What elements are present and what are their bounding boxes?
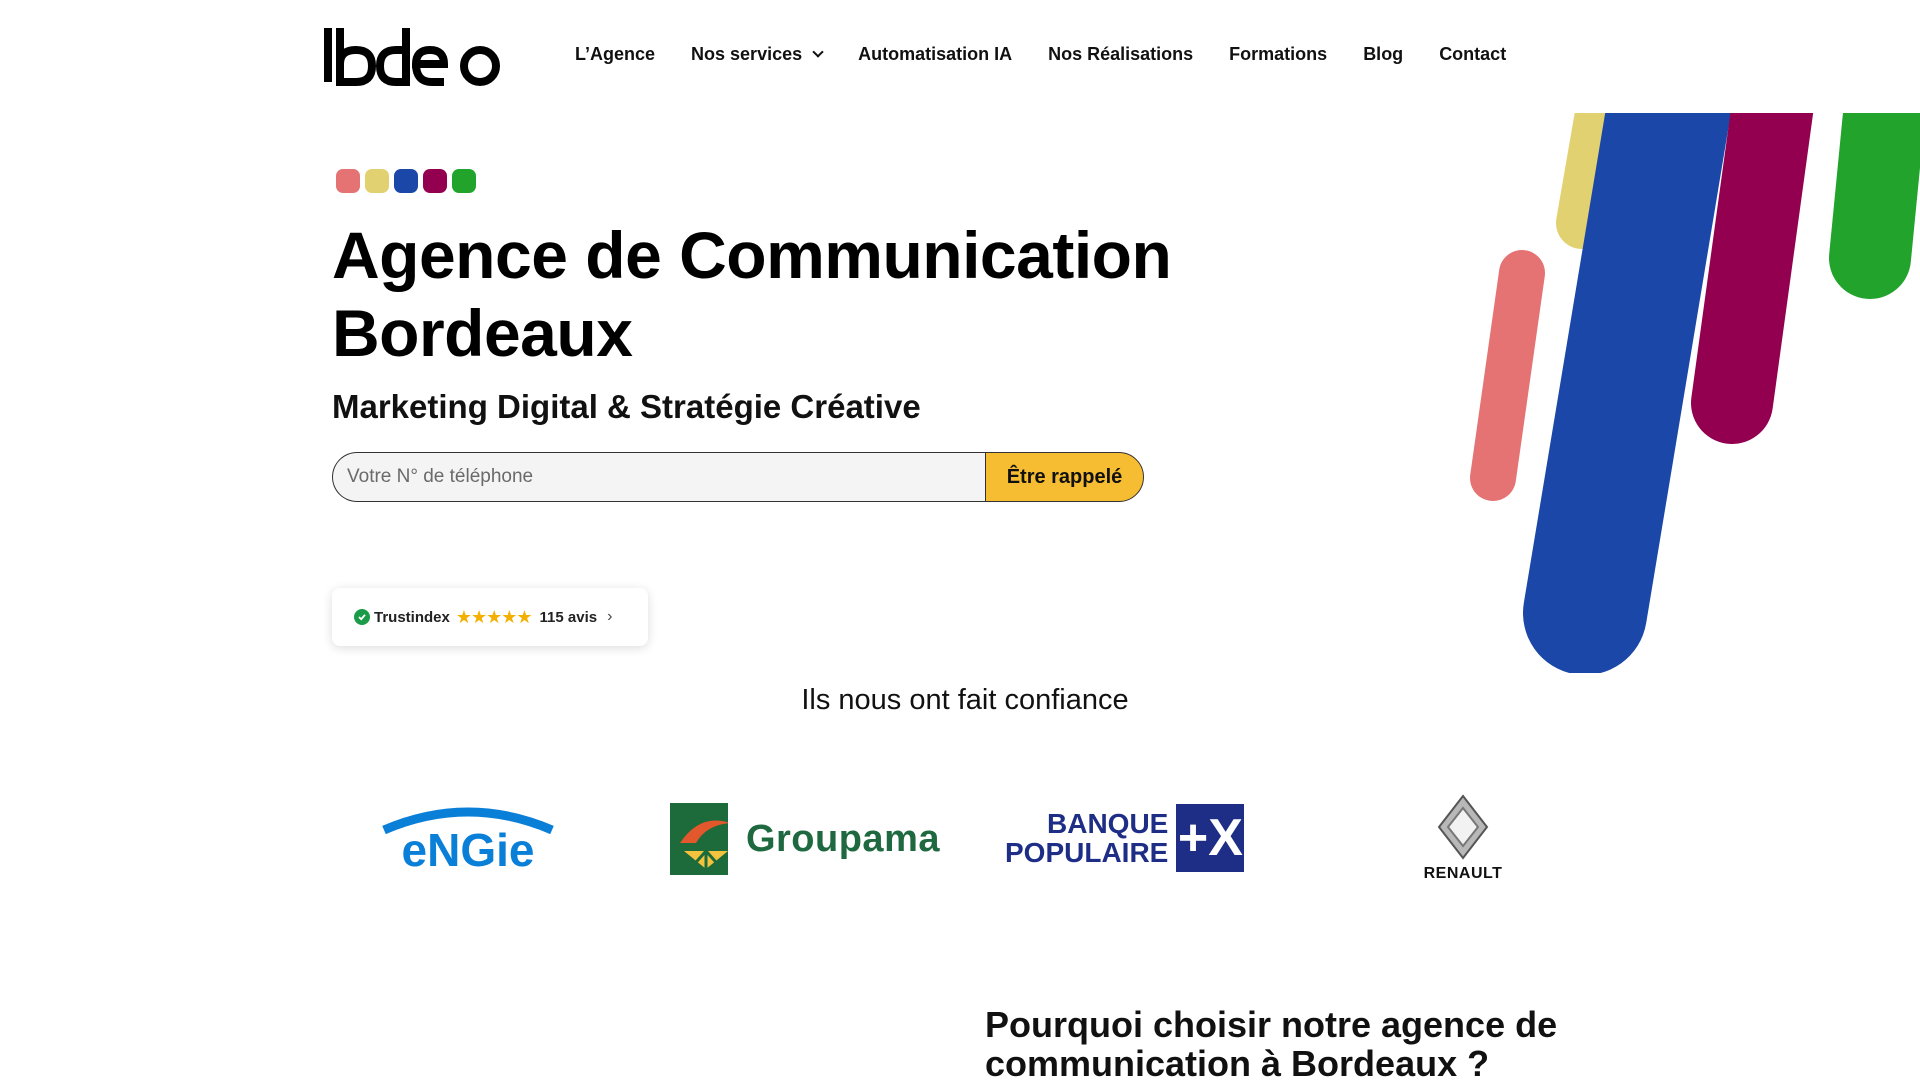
nav-label: Nos Réalisations <box>1048 44 1194 64</box>
bp-line2: POPULAIRE <box>1005 837 1169 868</box>
callback-form: Être rappelé <box>332 452 1144 502</box>
phone-input[interactable] <box>332 452 985 502</box>
engie-logo: eNGie <box>378 800 558 876</box>
nav-label: Formations <box>1229 44 1328 64</box>
clients-heading: Ils nous ont fait confiance <box>801 684 1129 716</box>
nav-label: Nos services <box>691 44 803 64</box>
renault-text: RENAULT <box>1423 865 1503 882</box>
nav-label: L’Agence <box>575 44 656 64</box>
engie-text: eNGie <box>402 824 535 872</box>
nav-item-formations[interactable]: Formations <box>1229 44 1327 65</box>
site-logo[interactable] <box>324 28 506 86</box>
nav-item-services[interactable]: Nos services <box>691 44 824 65</box>
bp-mark-icon: +X <box>1176 804 1245 872</box>
rating-stars: ★★★★★ <box>455 606 533 627</box>
nav-label: Contact <box>1439 44 1507 64</box>
color-dot <box>423 169 447 193</box>
renault-logo: RENAULT <box>1420 794 1506 884</box>
nav-item-agence[interactable]: L’Agence <box>575 44 655 65</box>
check-icon <box>354 609 370 625</box>
nav-label: Blog <box>1363 44 1404 64</box>
chevron-down-icon <box>812 46 824 58</box>
banque-populaire-logo: BANQUE POPULAIRE +X <box>1005 803 1260 873</box>
chevron-right-icon: › <box>607 608 613 625</box>
groupama-mark-icon <box>670 803 728 875</box>
trustindex-badge[interactable]: Trustindex ★★★★★ 115 avis › <box>332 588 648 646</box>
hero-subtitle: Marketing Digital & Stratégie Créative <box>332 388 921 425</box>
callback-button[interactable]: Être rappelé <box>985 452 1144 502</box>
trustindex-name: Trustindex <box>374 608 450 626</box>
main-nav: L’Agence Nos services Automatisation IA … <box>575 44 1506 65</box>
brand-color-dots <box>336 169 481 193</box>
color-dot <box>336 169 360 193</box>
nav-item-blog[interactable]: Blog <box>1363 44 1403 65</box>
nav-item-automatisation-ia[interactable]: Automatisation IA <box>858 44 1012 65</box>
nav-item-realisations[interactable]: Nos Réalisations <box>1048 44 1193 65</box>
renault-diamond-icon <box>1437 794 1489 860</box>
groupama-text: Groupama <box>745 817 940 860</box>
why-choose-heading: Pourquoi choisir notre agence de communi… <box>985 1004 1558 1080</box>
nav-item-contact[interactable]: Contact <box>1439 44 1506 65</box>
decorative-stripes <box>1440 113 1920 673</box>
review-count: 115 avis <box>539 608 598 626</box>
nav-label: Automatisation IA <box>858 44 1013 64</box>
color-dot <box>452 169 476 193</box>
color-dot <box>365 169 389 193</box>
color-dot <box>394 169 418 193</box>
groupama-logo: Groupama <box>670 803 940 875</box>
bp-line1: BANQUE <box>1047 808 1169 839</box>
hero-title: Agence de Communication Bordeaux <box>332 218 1172 370</box>
